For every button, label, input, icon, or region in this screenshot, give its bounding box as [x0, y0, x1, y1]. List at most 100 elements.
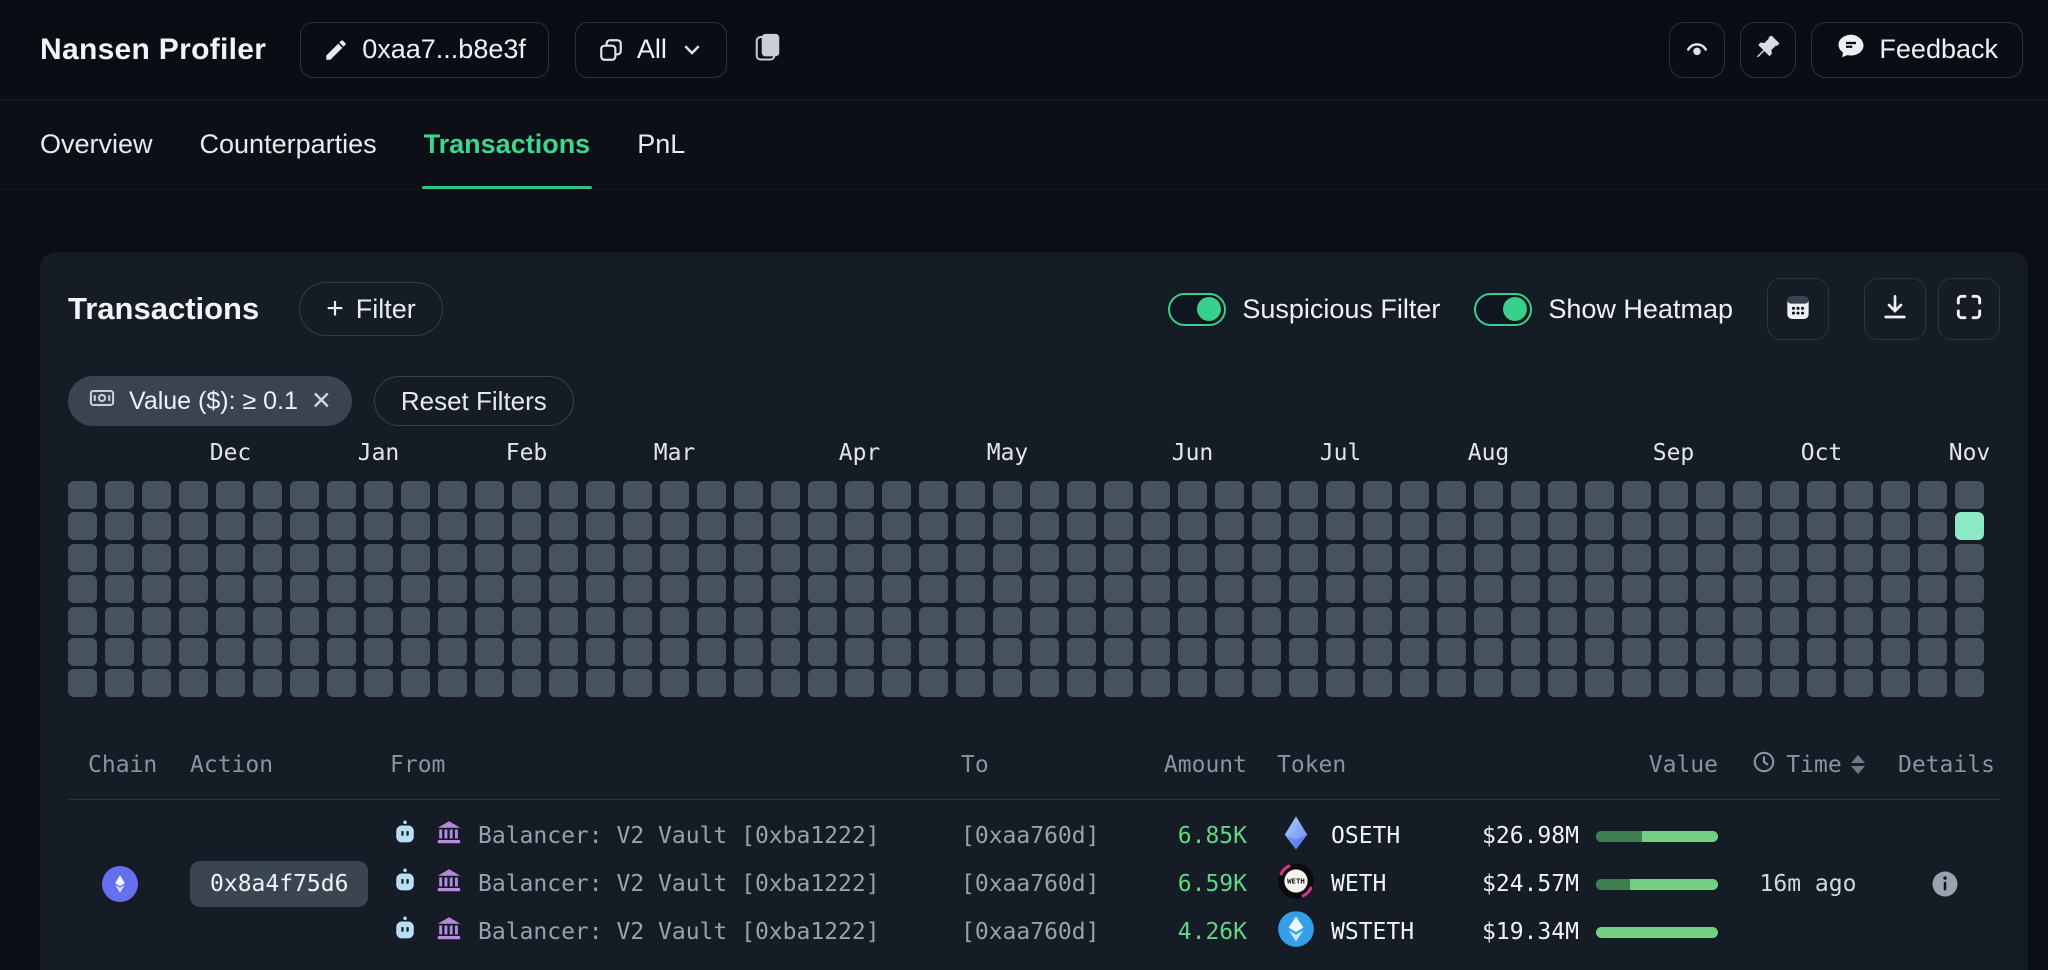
heatmap-cell[interactable]	[1104, 638, 1133, 666]
heatmap-cell[interactable]	[364, 669, 393, 697]
heatmap-cell[interactable]	[216, 669, 245, 697]
heatmap-cell[interactable]	[1400, 607, 1429, 635]
heatmap-cell[interactable]	[845, 512, 874, 540]
heatmap-cell[interactable]	[882, 638, 911, 666]
heatmap-cell[interactable]	[808, 638, 837, 666]
heatmap-cell[interactable]	[1770, 575, 1799, 603]
suspicious-filter-toggle[interactable]: Suspicious Filter	[1168, 293, 1440, 326]
heatmap-cell[interactable]	[105, 481, 134, 509]
heatmap-cell[interactable]	[1696, 544, 1725, 572]
heatmap-cell[interactable]	[1733, 607, 1762, 635]
heatmap-cell[interactable]	[1474, 512, 1503, 540]
heatmap-cell[interactable]	[956, 575, 985, 603]
heatmap-cell[interactable]	[808, 512, 837, 540]
heatmap-cell[interactable]	[1881, 638, 1910, 666]
heatmap-cell[interactable]	[1696, 575, 1725, 603]
heatmap-cell[interactable]	[105, 669, 134, 697]
heatmap-cell[interactable]	[1548, 607, 1577, 635]
heatmap-cell[interactable]	[956, 544, 985, 572]
heatmap-cell[interactable]	[1918, 544, 1947, 572]
action-method-chip[interactable]: 0x8a4f75d6	[190, 861, 368, 907]
heatmap-cell[interactable]	[1807, 607, 1836, 635]
heatmap-cell[interactable]	[68, 512, 97, 540]
heatmap-cell[interactable]	[993, 512, 1022, 540]
heatmap-cell[interactable]	[549, 575, 578, 603]
heatmap-cell[interactable]	[142, 669, 171, 697]
heatmap-cell[interactable]	[586, 481, 615, 509]
heatmap-cell[interactable]	[1955, 481, 1984, 509]
heatmap-cell[interactable]	[660, 512, 689, 540]
heatmap-cell[interactable]	[1585, 512, 1614, 540]
heatmap-cell[interactable]	[660, 669, 689, 697]
from-entity[interactable]: Balancer: V2 Vault [0xba1222]	[478, 871, 880, 897]
heatmap-cell[interactable]	[1363, 544, 1392, 572]
heatmap-cell[interactable]	[512, 638, 541, 666]
heatmap-cell[interactable]	[1141, 575, 1170, 603]
heatmap-cell[interactable]	[1252, 638, 1281, 666]
heatmap-cell[interactable]	[623, 512, 652, 540]
value-filter-chip[interactable]: Value ($): ≥ 0.1 ✕	[68, 376, 352, 426]
heatmap-cell[interactable]	[1585, 481, 1614, 509]
heatmap-cell[interactable]	[1141, 607, 1170, 635]
heatmap-cell[interactable]	[1696, 638, 1725, 666]
heatmap-cell[interactable]	[1215, 638, 1244, 666]
heatmap-cell[interactable]	[327, 638, 356, 666]
heatmap-cell[interactable]	[1030, 669, 1059, 697]
heatmap-cell[interactable]	[475, 512, 504, 540]
heatmap-cell[interactable]	[216, 638, 245, 666]
heatmap-cell[interactable]	[401, 607, 430, 635]
heatmap-cell[interactable]	[1104, 575, 1133, 603]
heatmap-cell[interactable]	[401, 481, 430, 509]
heatmap-cell[interactable]	[549, 638, 578, 666]
heatmap-cell[interactable]	[771, 669, 800, 697]
heatmap-cell[interactable]	[1104, 512, 1133, 540]
heatmap-cell[interactable]	[142, 481, 171, 509]
heatmap-cell[interactable]	[1252, 512, 1281, 540]
reset-filters-button[interactable]: Reset Filters	[374, 376, 574, 426]
heatmap-cell[interactable]	[1548, 575, 1577, 603]
heatmap-cell[interactable]	[1733, 544, 1762, 572]
heatmap-cell[interactable]	[142, 638, 171, 666]
heatmap-cell[interactable]	[1881, 575, 1910, 603]
heatmap-cell[interactable]	[1918, 512, 1947, 540]
heatmap-cell[interactable]	[142, 544, 171, 572]
heatmap-cell[interactable]	[401, 575, 430, 603]
heatmap-cell[interactable]	[1622, 607, 1651, 635]
tab-pnl[interactable]: PnL	[637, 100, 685, 189]
heatmap-cell[interactable]	[1474, 607, 1503, 635]
heatmap-cell[interactable]	[1141, 512, 1170, 540]
heatmap-cell[interactable]	[882, 575, 911, 603]
heatmap-cell[interactable]	[216, 607, 245, 635]
heatmap-cell[interactable]	[1363, 512, 1392, 540]
heatmap-cell[interactable]	[1067, 481, 1096, 509]
to-cell[interactable]: [0xaa760d]	[961, 919, 1159, 945]
heatmap-cell[interactable]	[1881, 512, 1910, 540]
heatmap-cell[interactable]	[919, 607, 948, 635]
heatmap-cell[interactable]	[1659, 575, 1688, 603]
heatmap-cell[interactable]	[1622, 638, 1651, 666]
heatmap-cell[interactable]	[179, 544, 208, 572]
heatmap-cell[interactable]	[697, 669, 726, 697]
heatmap-cell[interactable]	[1437, 544, 1466, 572]
heatmap-cell[interactable]	[1955, 638, 1984, 666]
heatmap-cell[interactable]	[1770, 481, 1799, 509]
heatmap-cell[interactable]	[179, 669, 208, 697]
heatmap-cell[interactable]	[1511, 607, 1540, 635]
heatmap-cell[interactable]	[1955, 544, 1984, 572]
heatmap-cell[interactable]	[1178, 669, 1207, 697]
watch-address-button[interactable]	[1669, 22, 1725, 78]
heatmap-cell[interactable]	[1326, 607, 1355, 635]
heatmap-cell[interactable]	[808, 481, 837, 509]
to-cell[interactable]: [0xaa760d]	[961, 871, 1159, 897]
heatmap-cell[interactable]	[327, 607, 356, 635]
heatmap-cell[interactable]	[623, 544, 652, 572]
heatmap-cell[interactable]	[882, 544, 911, 572]
heatmap-cell[interactable]	[364, 607, 393, 635]
heatmap-cell[interactable]	[179, 512, 208, 540]
heatmap-cell[interactable]	[1030, 607, 1059, 635]
heatmap-cell[interactable]	[1363, 669, 1392, 697]
heatmap-cell[interactable]	[1030, 638, 1059, 666]
heatmap-cell[interactable]	[216, 575, 245, 603]
heatmap-cell[interactable]	[1696, 607, 1725, 635]
heatmap-cell[interactable]	[1511, 481, 1540, 509]
